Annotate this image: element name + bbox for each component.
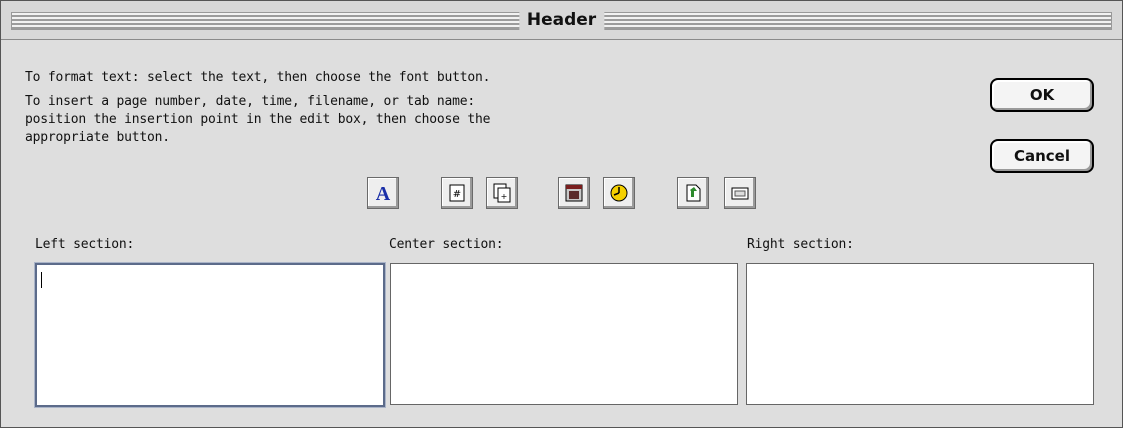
date-icon <box>565 184 583 202</box>
total-pages-button[interactable]: + <box>486 177 518 209</box>
center-section-label: Center section: <box>389 237 504 252</box>
svg-text:A: A <box>376 183 391 204</box>
tab-name-icon <box>731 187 749 200</box>
filename-icon <box>686 184 701 202</box>
instruction-insert-line1: To insert a page number, date, time, fil… <box>25 94 475 109</box>
svg-text:+: + <box>501 192 508 201</box>
page-number-icon: # <box>449 184 465 202</box>
instructions: To format text: select the text, then ch… <box>25 69 665 147</box>
instruction-format-text: To format text: select the text, then ch… <box>25 70 491 85</box>
total-pages-icon: + <box>493 183 511 203</box>
filename-button[interactable] <box>677 177 709 209</box>
text-caret <box>41 272 42 288</box>
window-title: Header <box>518 10 605 30</box>
left-section-input[interactable] <box>35 263 385 407</box>
tab-name-button[interactable] <box>724 177 756 209</box>
right-section-input[interactable] <box>746 263 1094 405</box>
ok-button[interactable]: OK <box>990 78 1094 112</box>
page-number-button[interactable]: # <box>441 177 473 209</box>
svg-text:#: # <box>453 189 461 200</box>
time-icon <box>610 184 628 202</box>
center-section-input[interactable] <box>390 263 738 405</box>
instruction-insert-line3: appropriate button. <box>25 130 170 145</box>
font-icon: A <box>376 183 391 204</box>
title-bar[interactable]: Header <box>1 1 1122 40</box>
left-section-label: Left section: <box>35 237 135 252</box>
instruction-insert-line2: position the insertion point in the edit… <box>25 112 491 127</box>
cancel-button[interactable]: Cancel <box>990 139 1094 173</box>
right-section-label: Right section: <box>747 237 854 252</box>
header-dialog: Header To format text: select the text, … <box>0 0 1123 428</box>
time-button[interactable] <box>603 177 635 209</box>
font-button[interactable]: A <box>367 177 399 209</box>
date-button[interactable] <box>558 177 590 209</box>
